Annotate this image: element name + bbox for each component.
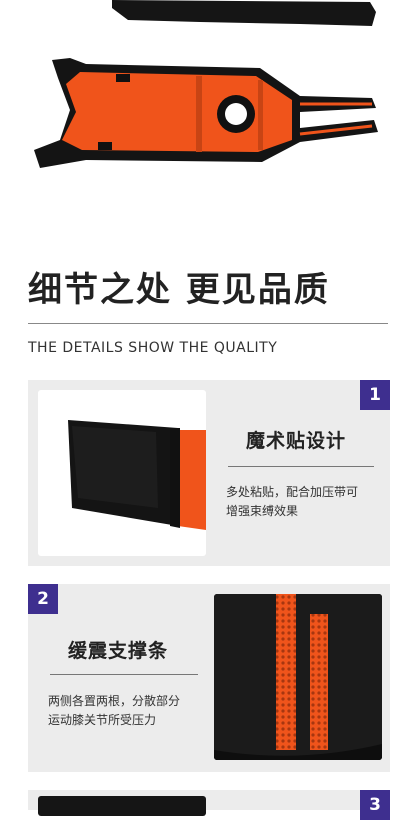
support-stays-photo bbox=[214, 594, 382, 760]
section-heading: 细节之处 更见品质 bbox=[28, 270, 330, 310]
support-stays-illustration bbox=[214, 594, 382, 760]
feature-description: 多处粘贴，配合加压带可 增强束缚效果 bbox=[226, 483, 358, 521]
velcro-strap-illustration bbox=[68, 420, 206, 530]
feature-photo bbox=[38, 796, 206, 816]
feature-description-line: 增强束缚效果 bbox=[226, 504, 299, 518]
feature-card: 2 缓震支撑条 两侧各置两根，分散部分 运动膝关节所受压力 bbox=[28, 584, 390, 772]
feature-number-badge: 1 bbox=[360, 380, 390, 410]
knee-brace-illustration bbox=[34, 0, 378, 168]
feature-description-line: 运动膝关节所受压力 bbox=[48, 713, 157, 727]
feature-number-badge: 3 bbox=[360, 790, 390, 820]
feature-title: 缓震支撑条 bbox=[68, 640, 169, 662]
feature-title: 魔术贴设计 bbox=[246, 430, 347, 452]
velcro-detail-photo bbox=[38, 390, 206, 556]
feature-card: 1 魔术贴设计 多处粘贴，配合加压带可 增强束缚效果 bbox=[28, 380, 390, 566]
feature-number-badge: 2 bbox=[28, 584, 58, 614]
feature-description: 两侧各置两根，分散部分 运动膝关节所受压力 bbox=[48, 692, 180, 730]
heading-divider bbox=[28, 323, 388, 324]
feature-divider bbox=[50, 674, 198, 675]
feature-description-line: 两侧各置两根，分散部分 bbox=[48, 694, 181, 708]
feature-divider bbox=[228, 466, 374, 467]
feature-description-line: 多处粘贴，配合加压带可 bbox=[226, 485, 359, 499]
section-subheading: THE DETAILS SHOW THE QUALITY bbox=[28, 340, 278, 356]
product-hero-image bbox=[0, 0, 417, 250]
feature-card: 3 bbox=[28, 790, 390, 820]
